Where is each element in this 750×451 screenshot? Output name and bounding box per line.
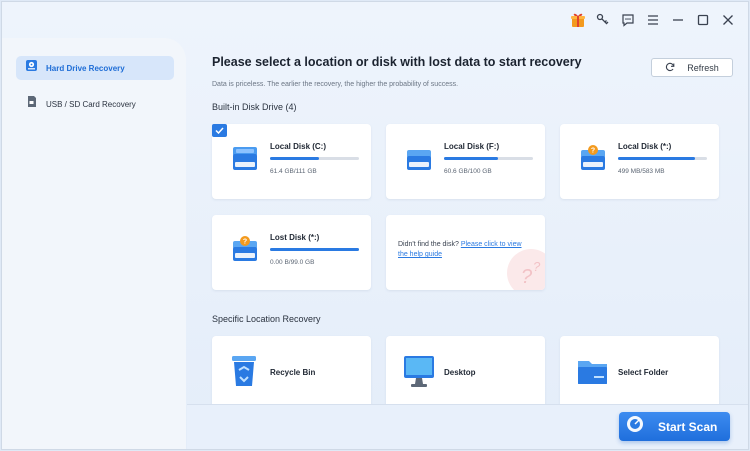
disk-name: Local Disk (C:) — [270, 142, 327, 151]
disk-usage-bar — [270, 248, 359, 251]
desktop-icon — [402, 353, 436, 394]
feedback-icon[interactable] — [618, 10, 637, 30]
location-label: Recycle Bin — [270, 368, 316, 377]
location-label: Desktop — [444, 368, 476, 377]
scan-icon — [626, 415, 644, 438]
start-scan-button[interactable]: Start Scan — [619, 412, 730, 441]
disk-usage-fill — [270, 157, 319, 160]
builtin-disk-section-title: Built-in Disk Drive (4) — [212, 102, 297, 112]
location-card-recycle-bin[interactable]: Recycle Bin — [212, 336, 371, 408]
unknown-disk-icon: ? — [231, 235, 259, 270]
start-scan-label: Start Scan — [658, 419, 718, 434]
disk-size: 61.4 GB/111 GB — [270, 168, 317, 175]
minimize-icon[interactable] — [669, 10, 688, 30]
folder-icon — [576, 353, 610, 394]
refresh-icon — [665, 62, 675, 74]
disk-size: 0.00 B/99.0 GB — [270, 259, 315, 266]
refresh-label: Refresh — [687, 62, 719, 73]
refresh-button[interactable]: Refresh — [651, 58, 733, 77]
question-bubble-icon: ? ? — [505, 245, 545, 290]
hard-drive-icon — [25, 59, 38, 77]
recycle-bin-icon — [228, 353, 260, 394]
page-subtitle: Data is priceless. The earlier the recov… — [212, 81, 459, 88]
help-card: Didn't find the disk? Please click to vi… — [386, 215, 545, 290]
disk-usage-fill — [270, 248, 359, 251]
sidebar-item-usb-sd-card-recovery[interactable]: USB / SD Card Recovery — [16, 92, 174, 116]
title-bar — [568, 2, 748, 38]
disk-card-c[interactable]: Local Disk (C:) 61.4 GB/111 GB — [212, 124, 371, 199]
unknown-disk-icon: ? — [579, 144, 607, 179]
page-title: Please select a location or disk with lo… — [212, 55, 582, 69]
disk-icon — [405, 144, 433, 179]
disk-usage-fill — [444, 157, 499, 160]
disk-card-lost[interactable]: ? Lost Disk (*:) 0.00 B/99.0 GB — [212, 215, 371, 290]
disk-usage-bar — [618, 157, 707, 160]
disk-name: Lost Disk (*:) — [270, 233, 320, 242]
close-icon[interactable] — [719, 10, 738, 30]
disk-name: Local Disk (F:) — [444, 142, 500, 151]
disk-name: Local Disk (*:) — [618, 142, 672, 151]
disk-card-unknown[interactable]: ? Local Disk (*:) 499 MB/583 MB — [560, 124, 719, 199]
location-card-desktop[interactable]: Desktop — [386, 336, 545, 408]
disk-usage-fill — [618, 157, 695, 160]
sidebar-item-hard-drive-recovery[interactable]: Hard Drive Recovery — [16, 56, 174, 80]
app-window: Hard Drive Recovery USB / SD Card Recove… — [1, 1, 749, 450]
maximize-icon[interactable] — [694, 10, 713, 30]
sidebar-item-label: USB / SD Card Recovery — [46, 99, 136, 109]
disk-usage-bar — [270, 157, 359, 160]
location-card-select-folder[interactable]: Select Folder — [560, 336, 719, 408]
svg-text:?: ? — [243, 239, 247, 246]
menu-icon[interactable] — [643, 10, 662, 30]
sidebar: Hard Drive Recovery USB / SD Card Recove… — [2, 38, 186, 449]
disk-size: 60.6 GB/100 GB — [444, 168, 492, 175]
sidebar-item-label: Hard Drive Recovery — [46, 63, 125, 73]
gift-icon[interactable] — [568, 10, 587, 30]
selected-check-icon — [212, 124, 227, 137]
disk-card-f[interactable]: Local Disk (F:) 60.6 GB/100 GB — [386, 124, 545, 199]
svg-text:?: ? — [591, 148, 595, 155]
location-section-title: Specific Location Recovery — [212, 314, 321, 324]
help-question: Didn't find the disk? — [398, 241, 459, 248]
svg-text:?: ? — [533, 259, 541, 274]
sd-card-icon — [25, 95, 38, 113]
location-label: Select Folder — [618, 368, 669, 377]
system-disk-icon — [231, 144, 259, 179]
svg-text:?: ? — [521, 266, 533, 288]
disk-usage-bar — [444, 157, 533, 160]
disk-size: 499 MB/583 MB — [618, 168, 665, 175]
key-icon[interactable] — [593, 10, 612, 30]
